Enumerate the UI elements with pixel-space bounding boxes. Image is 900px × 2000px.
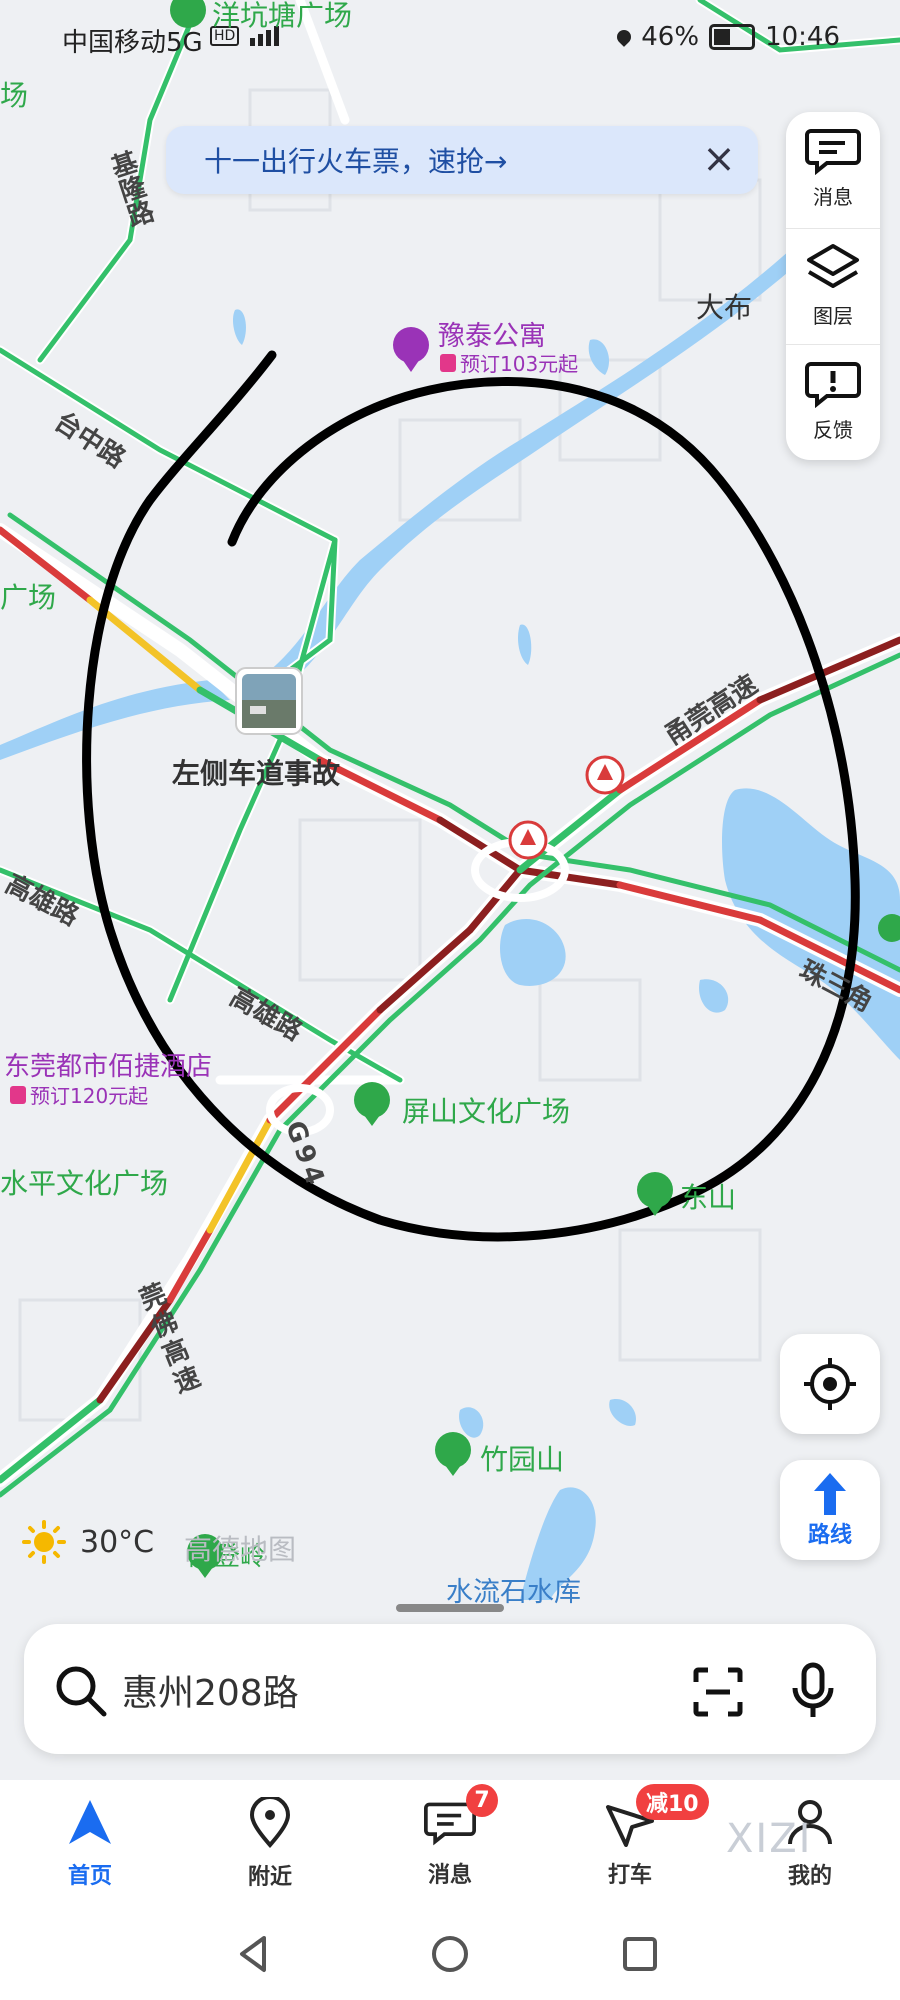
poi-shuiliushi[interactable]: 水流石水库 bbox=[446, 1570, 581, 1609]
tab-nearby[interactable]: 附近 bbox=[180, 1780, 360, 1908]
poi-zhuyuanshan[interactable]: 竹园山 bbox=[480, 1438, 564, 1478]
poi-pingshan[interactable]: 屏山文化广场 bbox=[402, 1090, 570, 1130]
route-button[interactable]: 路线 bbox=[780, 1460, 880, 1560]
tab-messages[interactable]: 消息 7 bbox=[360, 1780, 540, 1908]
accident-label[interactable]: 左侧车道事故 bbox=[172, 752, 340, 792]
home-arrow-icon bbox=[69, 1800, 111, 1844]
dongguan-hotel-price-text: 预订120元起 bbox=[30, 1084, 149, 1108]
layers-tool-button[interactable]: 图层 bbox=[786, 228, 880, 341]
poi-shuiping[interactable]: 水平文化广场 bbox=[0, 1162, 168, 1202]
messages-badge: 7 bbox=[466, 1784, 498, 1817]
map-tool-panel: 消息 图层 反馈 bbox=[786, 112, 880, 460]
message-icon bbox=[805, 128, 861, 175]
microphone-icon[interactable] bbox=[790, 1662, 836, 1720]
route-label: 路线 bbox=[807, 1523, 852, 1548]
battery-icon bbox=[709, 24, 756, 50]
tab-messages-label: 消息 bbox=[427, 1863, 472, 1888]
booking-bag-icon bbox=[440, 353, 456, 372]
locate-icon bbox=[804, 1358, 856, 1410]
close-icon[interactable]: × bbox=[694, 134, 744, 184]
feedback-tool-button[interactable]: 反馈 bbox=[786, 344, 880, 457]
locate-button[interactable] bbox=[780, 1334, 880, 1434]
weather-temp: 30°C bbox=[80, 1524, 155, 1560]
tab-home[interactable]: 首页 bbox=[0, 1780, 180, 1908]
poi-guangchang-left[interactable]: 广场 bbox=[0, 576, 56, 616]
battery-percent: 46% bbox=[641, 22, 700, 52]
booking-bag-icon bbox=[10, 1085, 26, 1104]
tab-taxi-label: 打车 bbox=[607, 1863, 652, 1888]
accident-thumbnail bbox=[235, 667, 303, 735]
watermark: XIZI bbox=[726, 1816, 813, 1862]
route-arrow-icon bbox=[814, 1473, 846, 1515]
home-circle-icon[interactable] bbox=[430, 1934, 470, 1974]
map-logo: 高德地图 bbox=[184, 1533, 297, 1566]
poi-yangkengtang[interactable]: 洋坑塘广场 bbox=[212, 0, 352, 34]
system-nav-bar bbox=[0, 1908, 900, 2000]
location-status-icon bbox=[614, 27, 635, 47]
tab-taxi[interactable]: 打车 减10 bbox=[540, 1780, 720, 1908]
sun-icon bbox=[22, 1520, 66, 1564]
poi-dongshan[interactable]: 东山 bbox=[680, 1176, 736, 1216]
messages-tool-button[interactable]: 消息 bbox=[786, 112, 880, 224]
taxi-badge: 减10 bbox=[636, 1784, 709, 1820]
promo-banner[interactable]: 十一出行火车票，速抢→ × bbox=[166, 126, 758, 194]
weather-widget[interactable]: 30°C bbox=[22, 1520, 154, 1564]
recents-icon[interactable] bbox=[622, 1936, 658, 1972]
search-icon bbox=[56, 1666, 107, 1717]
dongguan-hotel-price: 预订120元起 bbox=[10, 1080, 148, 1109]
yutai-price: 预订103元起 bbox=[440, 348, 578, 377]
poi-dongguan-hotel[interactable]: 东莞都市佰捷酒店 bbox=[4, 1046, 212, 1083]
yutai-price-text: 预订103元起 bbox=[460, 352, 579, 376]
status-bar: 中国移动5G HD 46% 10:46 bbox=[0, 0, 900, 70]
layers-tool-label: 图层 bbox=[813, 303, 853, 328]
back-icon[interactable] bbox=[234, 1934, 274, 1974]
scan-icon[interactable] bbox=[692, 1666, 744, 1718]
tab-profile-label: 我的 bbox=[787, 1864, 832, 1889]
clock: 10:46 bbox=[765, 22, 840, 52]
messages-tool-label: 消息 bbox=[813, 184, 853, 209]
feedback-tool-label: 反馈 bbox=[813, 417, 853, 442]
search-input[interactable]: 惠州208路 bbox=[122, 1664, 299, 1716]
layers-icon bbox=[807, 243, 859, 288]
feedback-icon bbox=[805, 361, 861, 408]
search-bar[interactable]: 惠州208路 bbox=[24, 1624, 876, 1754]
tab-home-label: 首页 bbox=[67, 1864, 112, 1889]
banner-text: 十一出行火车票，速抢→ bbox=[204, 145, 508, 178]
poi-dabu[interactable]: 大布 bbox=[696, 286, 752, 326]
tab-nearby-label: 附近 bbox=[247, 1865, 292, 1890]
poi-chang[interactable]: 场 bbox=[0, 74, 28, 114]
carrier-label: 中国移动5G bbox=[62, 28, 203, 58]
location-pin-icon bbox=[249, 1797, 291, 1849]
